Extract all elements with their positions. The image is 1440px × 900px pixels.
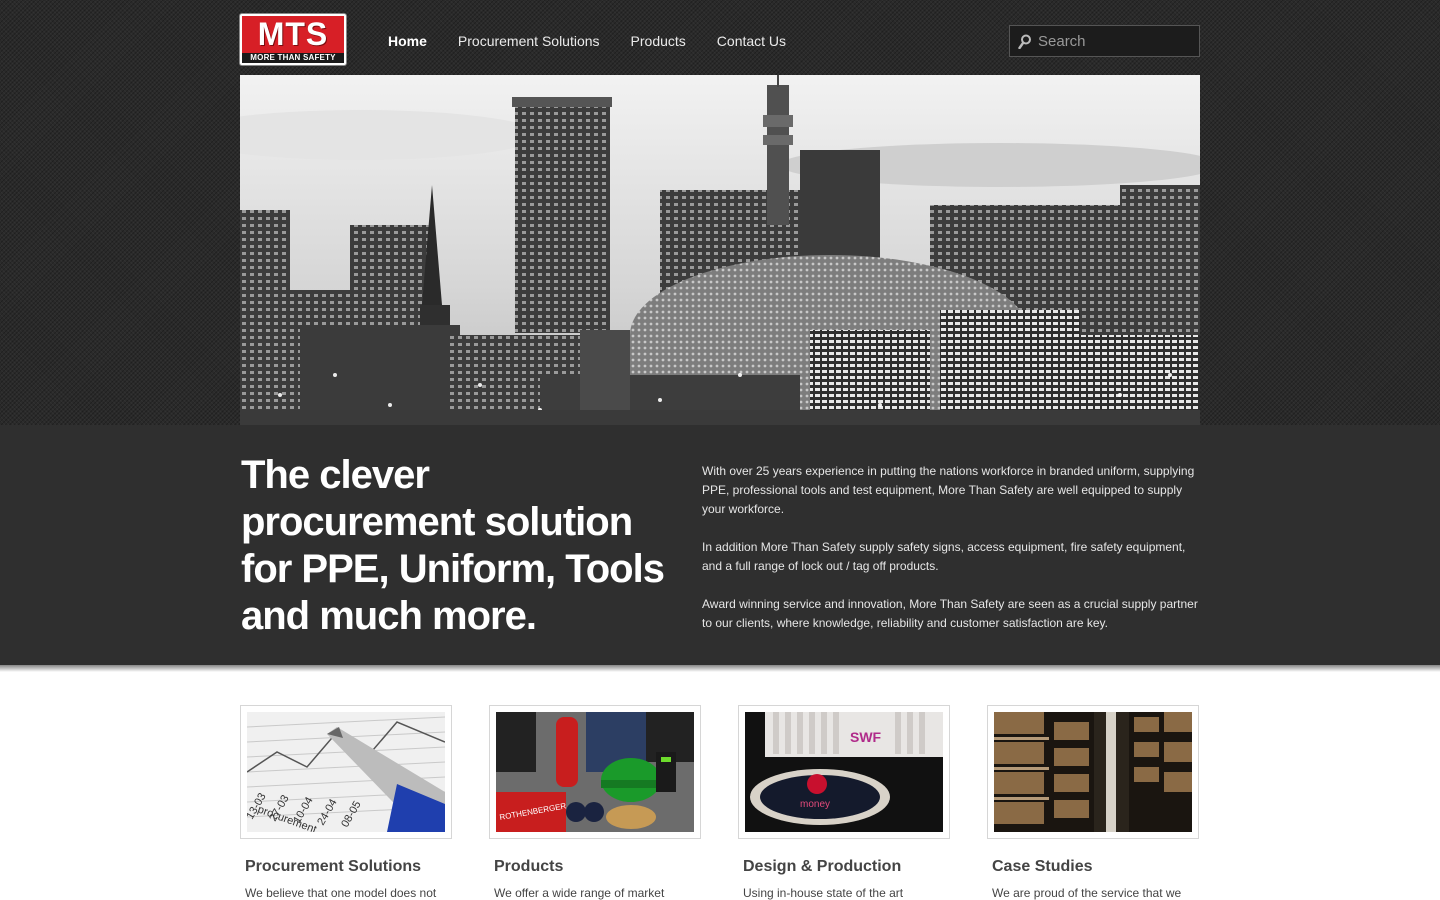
search-box: [1009, 25, 1200, 57]
card-title[interactable]: Case Studies: [992, 858, 1199, 876]
card-design-production: SWF money Design & Production Using in-h…: [738, 705, 950, 900]
svg-text:money: money: [800, 799, 830, 810]
card-title[interactable]: Procurement Solutions: [245, 858, 452, 876]
warehouse-shelves-photo: [994, 712, 1192, 832]
card-title[interactable]: Products: [494, 858, 701, 876]
nav-home[interactable]: Home: [388, 33, 427, 49]
card-image-link[interactable]: [987, 705, 1199, 839]
intro-paragraph: In addition More Than Safety supply safe…: [702, 540, 1186, 573]
intro-text: With over 25 years experience in putting…: [702, 462, 1202, 652]
hero-image: [240, 75, 1200, 425]
logo-tagline: MORE THAN SAFETY: [242, 53, 344, 63]
embroidery-machine-photo: SWF money: [745, 712, 943, 832]
logo-mark: MTS: [257, 16, 329, 52]
search-icon: [1018, 34, 1031, 49]
pen-chart-photo: 13-03 27-03 10-04 24-04 08-05 procuremen…: [247, 712, 445, 832]
mts-logo[interactable]: MTS MORE THAN SAFETY: [240, 14, 346, 65]
card-procurement-solutions: 13-03 27-03 10-04 24-04 08-05 procuremen…: [240, 705, 452, 900]
card-products: ROTHENBERGER Products We offer a wide ra…: [489, 705, 701, 900]
card-text: We believe that one model does not: [245, 886, 437, 900]
card-text: We are proud of the service that we: [992, 886, 1182, 900]
nav-procurement-solutions[interactable]: Procurement Solutions: [458, 33, 600, 49]
intro-paragraph: With over 25 years experience in putting…: [702, 464, 1195, 516]
card-image-link[interactable]: ROTHENBERGER: [489, 705, 701, 839]
card-image-link[interactable]: SWF money: [738, 705, 950, 839]
main-nav: Home Procurement Solutions Products Cont…: [388, 33, 817, 49]
nav-products[interactable]: Products: [631, 33, 686, 49]
card-text: We offer a wide range of market: [494, 886, 665, 900]
svg-text:SWF: SWF: [850, 729, 882, 745]
ppe-products-photo: ROTHENBERGER: [496, 712, 694, 832]
card-image-link[interactable]: 13-03 27-03 10-04 24-04 08-05 procuremen…: [240, 705, 452, 839]
intro-shadow: [0, 660, 1440, 672]
nav-contact-us[interactable]: Contact Us: [717, 33, 786, 49]
intro-headline: The clever procurement solution for PPE,…: [241, 453, 665, 638]
card-title[interactable]: Design & Production: [743, 858, 950, 876]
card-case-studies: Case Studies We are proud of the service…: [987, 705, 1199, 900]
intro-paragraph: Award winning service and innovation, Mo…: [702, 597, 1198, 630]
city-skyline-photo: [240, 75, 1200, 425]
card-text: Using in-house state of the art: [743, 886, 904, 900]
site-header: MTS MORE THAN SAFETY Home Procurement So…: [240, 0, 1200, 75]
search-input[interactable]: [1038, 31, 1193, 51]
